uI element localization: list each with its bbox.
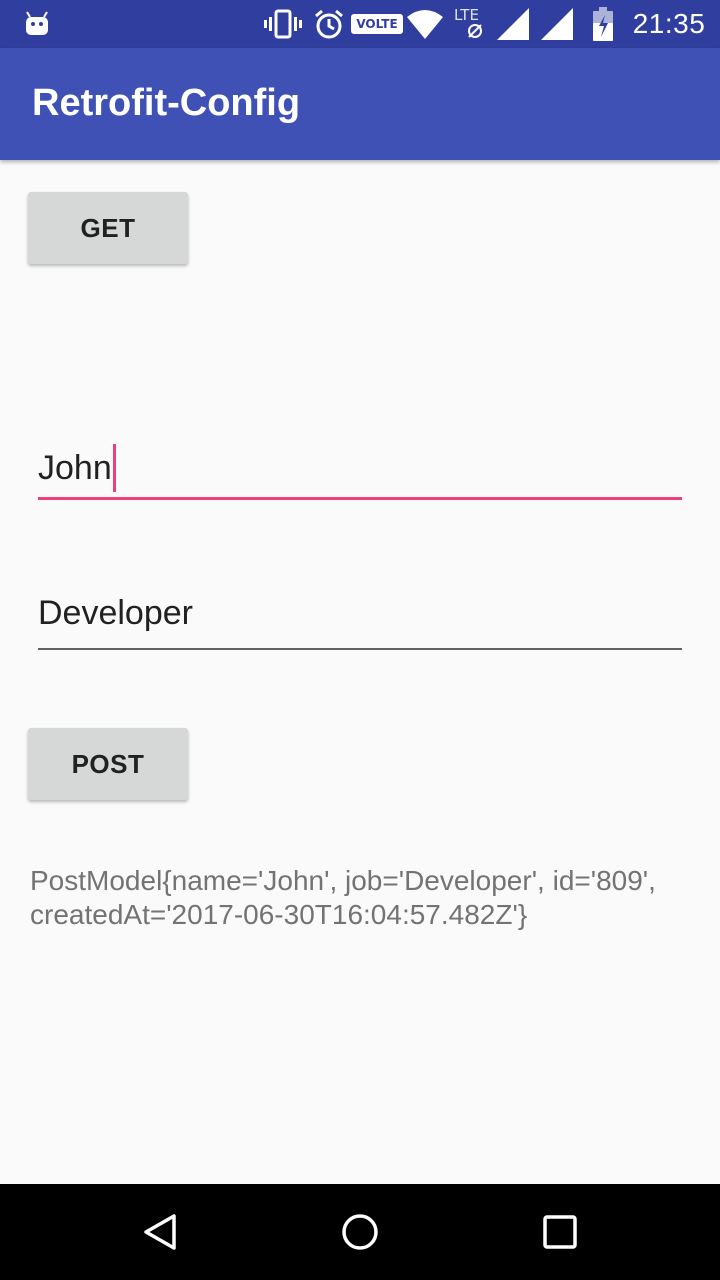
name-field-value: John: [38, 448, 112, 487]
signal-icon: [540, 0, 574, 48]
back-icon[interactable]: [120, 1184, 200, 1280]
signal-icon: [496, 0, 530, 48]
post-button[interactable]: POST: [28, 728, 188, 800]
result-text: PostModel{name='John', job='Developer', …: [30, 865, 656, 930]
name-field-underline: [38, 497, 682, 500]
job-field-underline: [38, 648, 682, 650]
home-icon[interactable]: [320, 1184, 400, 1280]
get-button[interactable]: GET: [28, 192, 188, 264]
lte-icon: LTE: [452, 0, 492, 48]
status-clock: 21:35: [632, 8, 706, 39]
android-notification-icon: [22, 0, 52, 48]
name-field-content: John: [38, 444, 116, 492]
navigation-bar: [0, 1184, 720, 1280]
wifi-icon: [406, 0, 444, 48]
recents-icon[interactable]: [520, 1184, 600, 1280]
job-field-value: Developer: [38, 594, 193, 632]
job-field[interactable]: Developer: [38, 590, 682, 650]
battery-icon: [590, 0, 616, 48]
name-field[interactable]: John: [38, 440, 682, 500]
app-title: Retrofit-Config: [32, 82, 301, 124]
volte-icon: VOLTE: [351, 0, 403, 48]
volte-label: VOLTE: [351, 14, 403, 34]
vibrate-icon: [264, 0, 302, 48]
alarm-icon: [313, 0, 345, 48]
app-bar: Retrofit-Config: [0, 48, 720, 160]
text-cursor: [112, 444, 116, 492]
status-bar: VOLTE LTE 21:35: [0, 0, 720, 48]
